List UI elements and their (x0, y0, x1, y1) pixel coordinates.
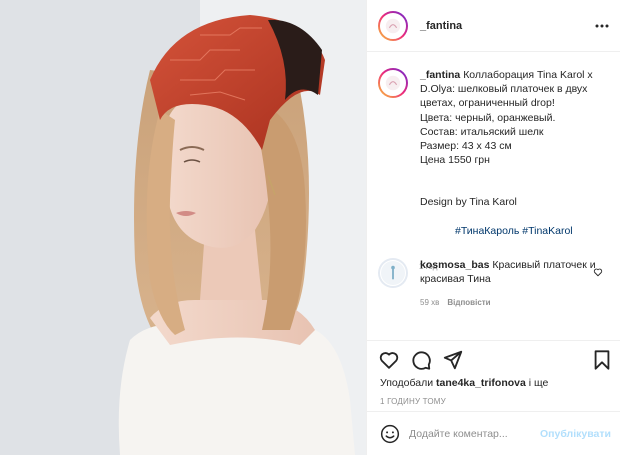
comment-like-icon[interactable] (593, 267, 603, 277)
comment-item: kosmosa_bas Красивый платочек и красивая… (367, 258, 620, 311)
more-options-icon[interactable] (595, 19, 609, 33)
action-bar (367, 349, 620, 373)
liker-username[interactable]: tane4ka_trifonova (436, 377, 526, 389)
hashtag-link[interactable]: #ТинаКароль (455, 225, 519, 237)
like-icon[interactable] (378, 349, 400, 371)
caption-text: _fantina Коллаборация Tina Karol x D.Oly… (420, 68, 610, 252)
comment-username[interactable]: kosmosa_bas (420, 259, 489, 271)
post-sidebar: _fantina _fantina Коллаборация Tina Karo… (366, 0, 620, 455)
author-avatar[interactable] (378, 10, 408, 41)
instagram-post: _fantina _fantina Коллаборация Tina Karo… (0, 0, 620, 455)
likes-summary: Уподобали tane4ka_trifonova і ще (380, 377, 548, 389)
bookmark-icon[interactable] (591, 349, 613, 371)
caption-blank-line (420, 167, 610, 181)
post-footer: Уподобали tane4ka_trifonova і ще 1 ГОДИН… (367, 340, 620, 455)
post-timestamp[interactable]: 1 ГОДИНУ ТОМУ (380, 397, 446, 406)
publish-button[interactable]: Опублікувати (540, 428, 611, 440)
post-header: _fantina (367, 0, 620, 52)
author-username[interactable]: _fantina (420, 20, 462, 32)
caption-line: Цвета: черный, оранжевый. (420, 111, 556, 124)
comment-timestamp[interactable]: 59 хв (420, 298, 439, 307)
caption-section: _fantina Коллаборация Tina Karol x D.Oly… (367, 53, 620, 271)
comment-input[interactable] (409, 428, 559, 440)
comment-icon[interactable] (410, 349, 432, 371)
caption-hashtags: #ТинаКароль #TinaKarol (420, 210, 610, 253)
reply-button[interactable]: Відповісти (447, 298, 490, 307)
avatar-figure-icon (391, 265, 395, 280)
avatar-logo-icon (385, 75, 401, 91)
emoji-icon[interactable] (380, 424, 400, 444)
avatar-logo-icon (385, 18, 401, 33)
share-icon[interactable] (442, 349, 464, 371)
post-photo[interactable] (0, 0, 366, 455)
caption-username[interactable]: _fantina (420, 69, 460, 81)
caption-line: Размер: 43 х 43 см (420, 140, 512, 153)
add-comment-bar: Опублікувати (367, 411, 620, 455)
likes-prefix: Уподобали (380, 377, 436, 389)
caption-avatar[interactable] (378, 68, 408, 98)
comment-body: kosmosa_bas Красивый платочек и красивая… (420, 258, 600, 311)
caption-line: Цена 1550 грн (420, 154, 490, 167)
commenter-avatar[interactable] (378, 258, 408, 288)
caption-line: Состав: итальяский шелк (420, 125, 544, 138)
caption-line: Design by Tina Karol (420, 196, 517, 209)
hashtag-link[interactable]: #TinaKarol (522, 225, 572, 237)
likes-suffix[interactable]: і ще (526, 377, 549, 389)
caption-blank-line (420, 181, 610, 195)
portrait-illustration (0, 0, 366, 455)
